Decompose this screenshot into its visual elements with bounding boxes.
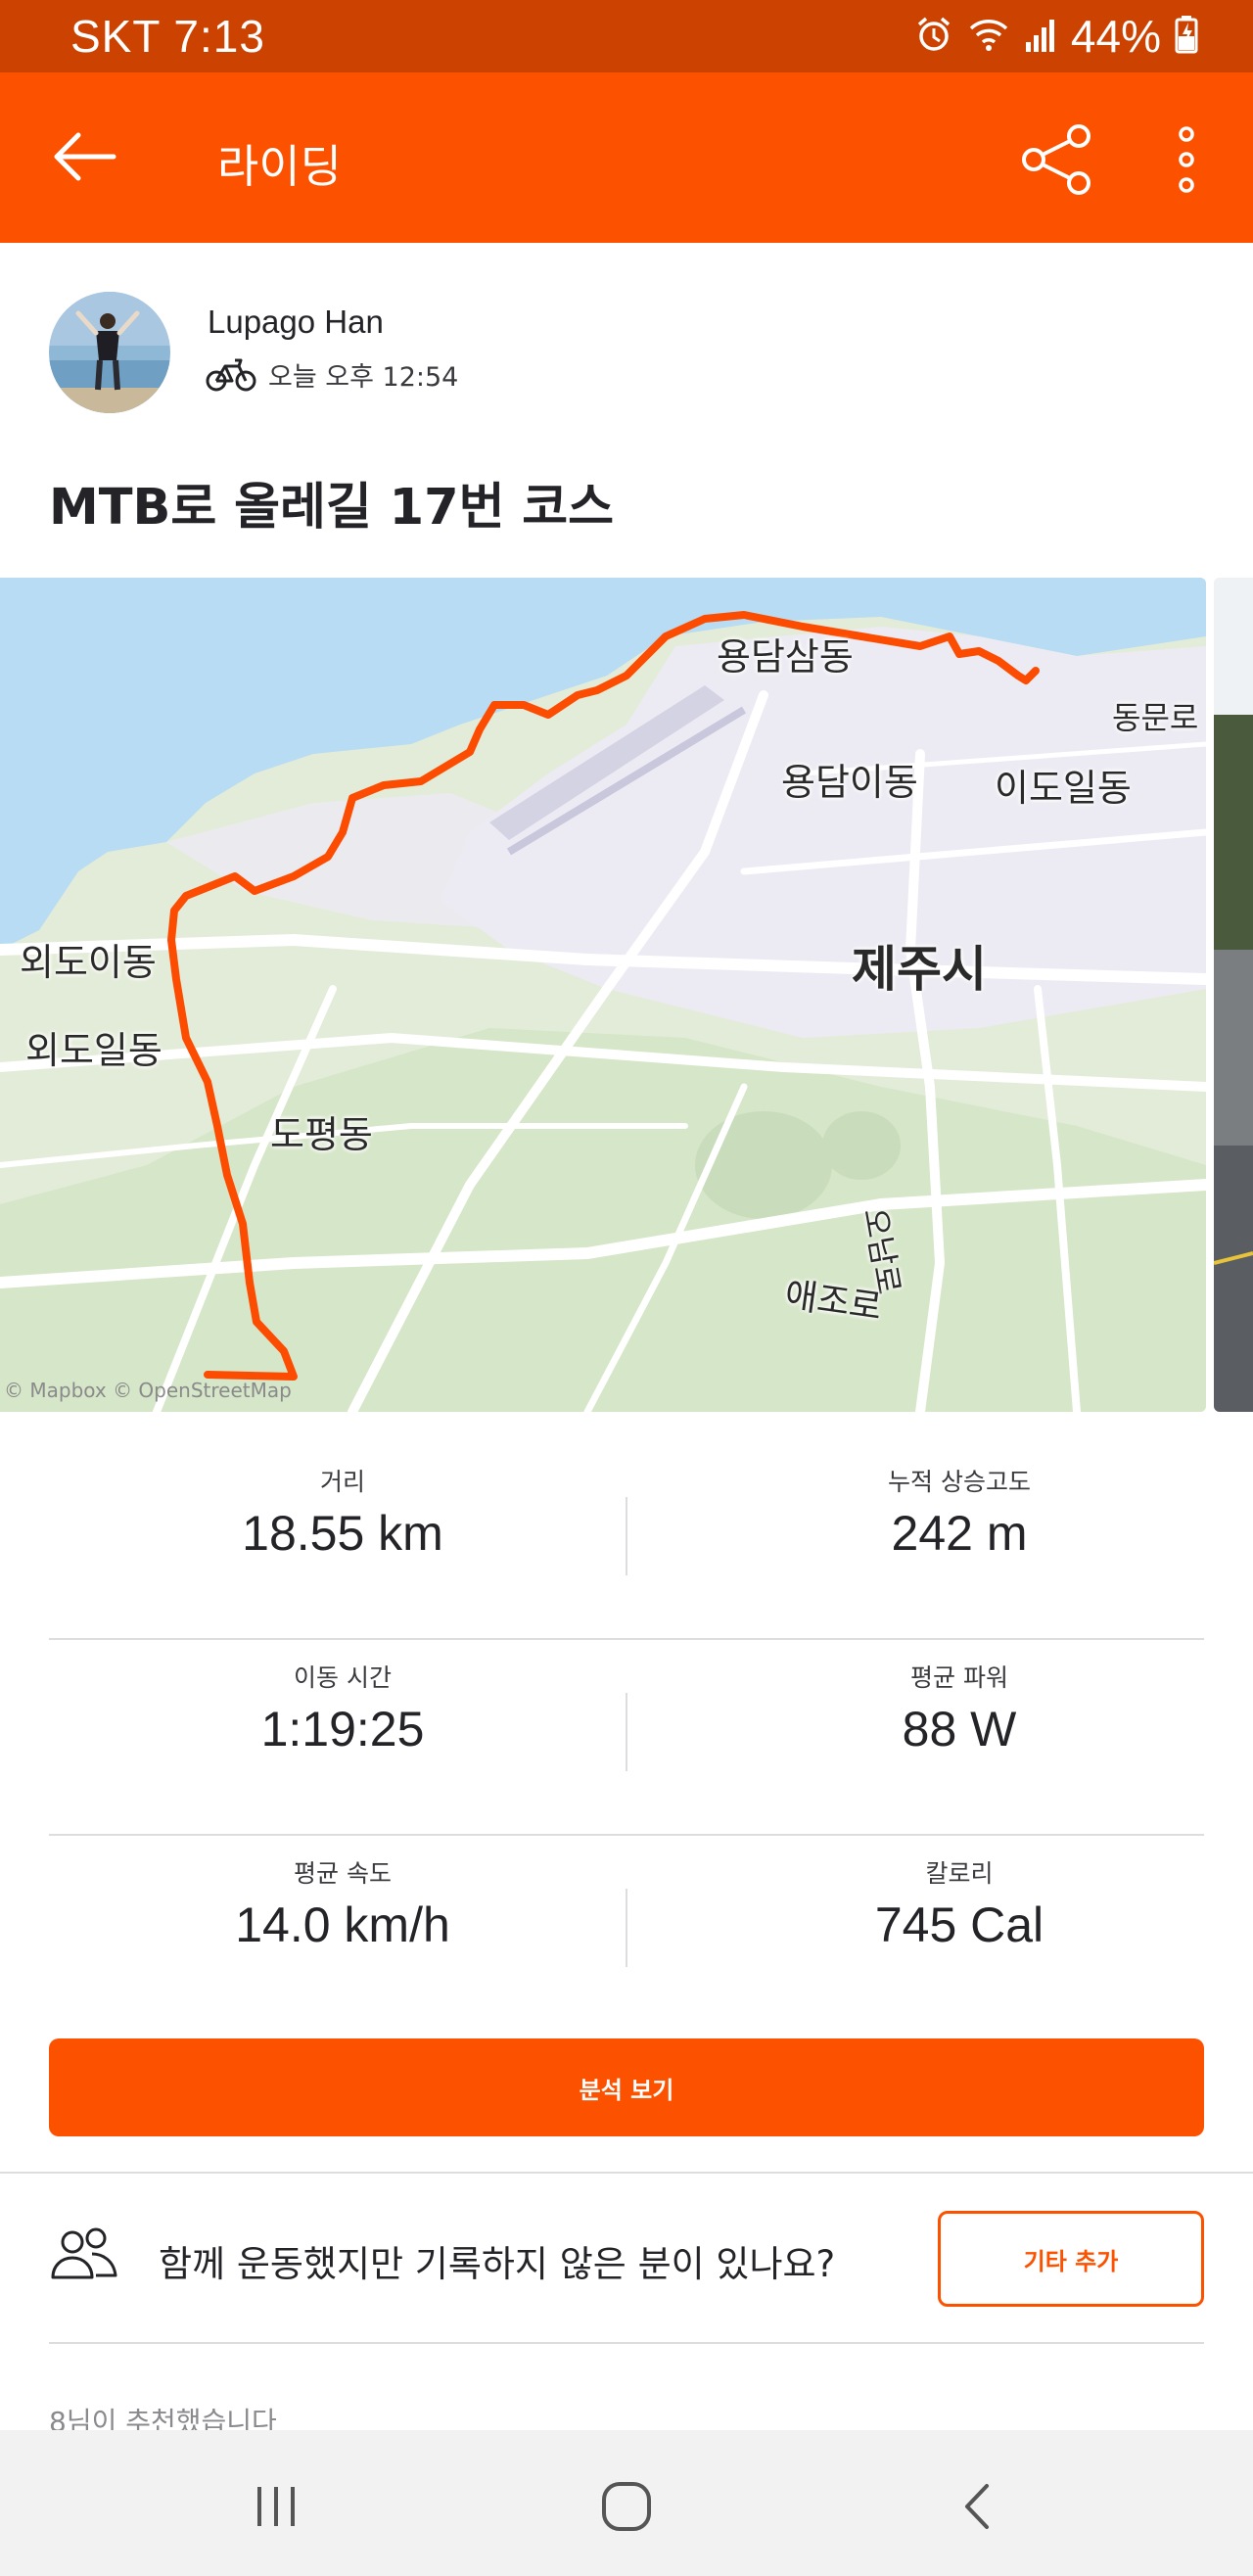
share-button[interactable] (1008, 116, 1106, 204)
wifi-icon (967, 15, 1010, 58)
stat-divider (626, 1497, 627, 1575)
stat-label: 평균 파워 (910, 1663, 1008, 1692)
more-options-button[interactable] (1155, 116, 1218, 204)
arrow-left-icon (54, 132, 116, 181)
signal-icon (1024, 15, 1057, 58)
stat-average-power: 평균 파워 88 W (705, 1660, 1214, 1757)
home-button[interactable] (568, 2458, 685, 2555)
section-divider (49, 2342, 1204, 2344)
carrier-time: SKT 7:13 (70, 11, 265, 62)
stat-label: 칼로리 (925, 1859, 994, 1888)
back-button[interactable] (39, 117, 127, 196)
add-others-button[interactable]: 기타 추가 (938, 2211, 1204, 2307)
map-label-dongmun: 동문로 (1112, 699, 1199, 736)
more-vertical-icon (1179, 126, 1194, 193)
stats-row: 평균 속도 14.0 km/h 칼로리 745 Cal (49, 1836, 1204, 2032)
map-label-ido1: 이도일동 (995, 767, 1132, 810)
map-label-oedo2: 외도이동 (20, 941, 157, 984)
map-label-yongdam3: 용담삼동 (717, 635, 854, 679)
avatar[interactable] (49, 292, 170, 413)
stat-divider (626, 1693, 627, 1771)
add-others-row: 함께 운동했지만 기록하지 않은 분이 있나요? 기타 추가 (49, 2174, 1204, 2342)
stat-divider (626, 1889, 627, 1967)
athlete-header: Lupago Han 오늘 오후 12:54 (49, 292, 832, 413)
stat-value: 1:19:25 (260, 1702, 425, 1756)
stat-elevation-gain: 누적 상승고도 242 m (705, 1464, 1214, 1562)
app-bar: 라이딩 (0, 72, 1253, 243)
status-bar: SKT 7:13 44% (0, 0, 1253, 72)
bicycle-icon (206, 358, 256, 392)
home-icon (602, 2482, 651, 2531)
page-title: 라이딩 (217, 140, 342, 193)
activity-title: MTB로 올레길 17번 코스 (49, 479, 615, 537)
back-nav-button[interactable] (918, 2458, 1036, 2555)
stat-label: 거리 (319, 1468, 365, 1496)
map-attribution[interactable]: © Mapbox © OpenStreetMap (4, 1379, 292, 1402)
alarm-icon (914, 15, 953, 58)
view-analysis-button[interactable]: 분석 보기 (49, 2038, 1204, 2136)
stat-value: 745 Cal (874, 1897, 1044, 1952)
stat-value: 14.0 km/h (235, 1897, 450, 1952)
stat-moving-time: 이동 시간 1:19:25 (88, 1660, 597, 1757)
map-label-yongdam2: 용담이동 (781, 761, 918, 804)
stat-value: 18.55 km (242, 1506, 443, 1561)
route-map[interactable]: 용담삼동 용담이동 이도일동 동문로 제주시 외도이동 외도일동 도평동 오남로… (0, 578, 1206, 1412)
recent-apps-button[interactable] (217, 2458, 335, 2555)
add-others-question: 함께 운동했지만 기록하지 않은 분이 있나요? (159, 2243, 836, 2285)
stat-label: 누적 상승고도 (888, 1468, 1031, 1496)
activity-timestamp: 오늘 오후 12:54 (268, 361, 459, 393)
recent-apps-icon (257, 2487, 295, 2526)
stats-grid: 거리 18.55 km 누적 상승고도 242 m 이동 시간 1:19:25 … (49, 1444, 1204, 2032)
status-icons: 44% (914, 10, 1198, 63)
stat-value: 242 m (891, 1506, 1028, 1561)
back-icon (965, 2484, 989, 2529)
battery-charging-icon (1175, 15, 1198, 58)
stat-label: 이동 시간 (294, 1663, 392, 1692)
stat-calories: 칼로리 745 Cal (705, 1855, 1214, 1953)
share-icon (1022, 124, 1091, 195)
stat-average-speed: 평균 속도 14.0 km/h (88, 1855, 597, 1953)
people-icon (51, 2227, 117, 2279)
map-label-oedo1: 외도일동 (25, 1029, 162, 1072)
stats-row: 거리 18.55 km 누적 상승고도 242 m (49, 1444, 1204, 1640)
battery-percent: 44% (1070, 11, 1161, 62)
map-canvas (0, 578, 1206, 1412)
activity-meta: 오늘 오후 12:54 (206, 354, 458, 394)
system-nav-bar (0, 2430, 1253, 2576)
stat-label: 평균 속도 (294, 1859, 392, 1888)
stat-distance: 거리 18.55 km (88, 1464, 597, 1562)
map-label-jeju-city: 제주시 (852, 941, 987, 998)
map-label-dopyeong: 도평동 (270, 1113, 373, 1156)
athlete-name[interactable]: Lupago Han (208, 304, 384, 341)
stat-value: 88 W (902, 1702, 1017, 1756)
activity-photo-thumbnail[interactable] (1214, 578, 1253, 1412)
stats-row: 이동 시간 1:19:25 평균 파워 88 W (49, 1640, 1204, 1836)
